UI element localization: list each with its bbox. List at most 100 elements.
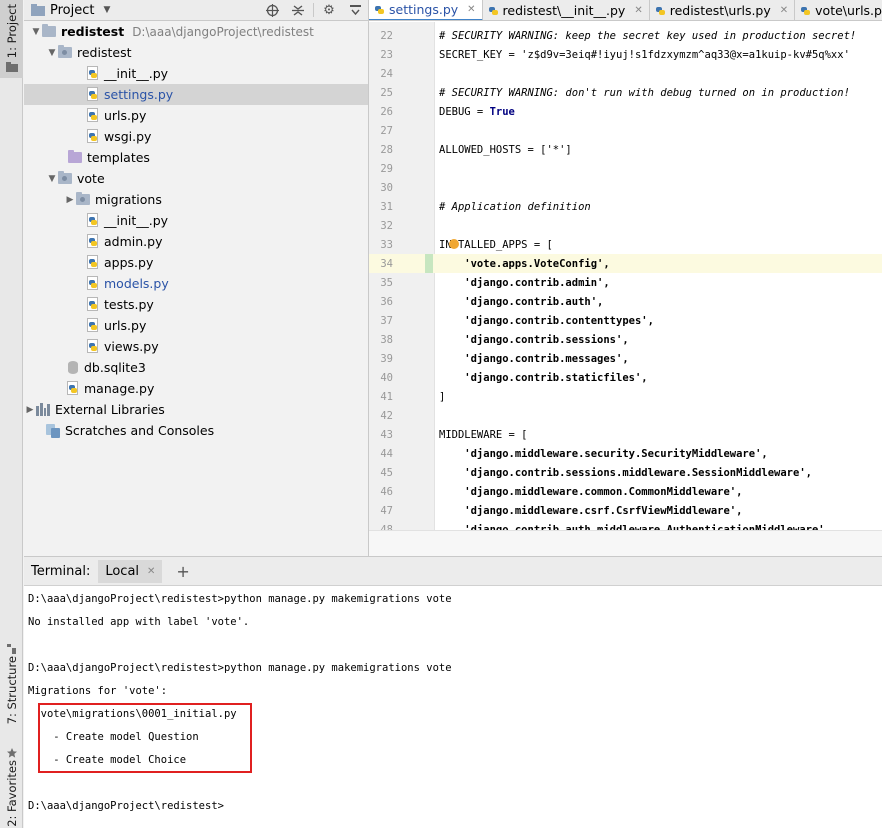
code-text: 'django.contrib.staticfiles',	[439, 371, 648, 384]
code-area[interactable]: 22 # SECURITY WARNING: keep the secret ke…	[369, 22, 882, 530]
tree-item-db-sqlite3[interactable]: db.sqlite3	[24, 357, 368, 378]
tree-item-label: urls.py	[104, 108, 147, 123]
settings-button[interactable]: ⚙	[316, 0, 342, 21]
python-file-icon	[86, 234, 99, 249]
highlight-box	[38, 703, 252, 773]
terminal-tab-local[interactable]: Local ✕	[98, 559, 163, 583]
project-tool-label: 1: Project	[4, 4, 19, 59]
tree-item-manage-py[interactable]: manage.py	[24, 378, 368, 399]
code-line[interactable]: 47 'django.middleware.csrf.CsrfViewMiddl…	[369, 501, 882, 520]
chevron-right-icon[interactable]: ▶	[24, 405, 36, 415]
python-file-icon	[86, 129, 99, 144]
terminal-tab-label: Local	[105, 563, 140, 579]
tree-item-label: db.sqlite3	[84, 360, 146, 375]
code-line[interactable]: 46 'django.middleware.common.CommonMiddl…	[369, 482, 882, 501]
tree-item-apps-py[interactable]: apps.py	[24, 252, 368, 273]
code-line[interactable]: 43 MIDDLEWARE = [	[369, 425, 882, 444]
close-icon[interactable]: ✕	[147, 566, 155, 577]
code-line[interactable]: 34 'vote.apps.VoteConfig',	[369, 254, 882, 273]
tree-item-models-py[interactable]: models.py	[24, 273, 368, 294]
structure-tool-tab[interactable]: 7: Structure	[0, 640, 23, 740]
tree-item-redistest-package[interactable]: ▼ redistest	[24, 42, 368, 63]
lightbulb-icon[interactable]	[449, 239, 459, 249]
code-line[interactable]: 31 # Application definition	[369, 197, 882, 216]
tree-item-label: views.py	[104, 339, 159, 354]
code-line[interactable]: 32	[369, 216, 882, 235]
terminal-line: D:\aaa\djangoProject\redistest>python ma…	[28, 662, 452, 674]
close-icon[interactable]: ✕	[634, 5, 642, 16]
code-line[interactable]: 29	[369, 159, 882, 178]
code-line[interactable]: 24	[369, 64, 882, 83]
tree-item-tests-py[interactable]: tests.py	[24, 294, 368, 315]
close-icon[interactable]: ✕	[467, 4, 475, 15]
line-number: 44	[380, 447, 393, 460]
line-number: 30	[380, 181, 393, 194]
hide-panel-button[interactable]	[342, 0, 368, 21]
line-number: 34	[380, 257, 393, 270]
tree-item-urls-py[interactable]: urls.py	[24, 105, 368, 126]
tree-item-label: wsgi.py	[104, 129, 152, 144]
code-line[interactable]: 44 'django.middleware.security.SecurityM…	[369, 444, 882, 463]
code-text: # SECURITY WARNING: don't run with debug…	[439, 86, 850, 99]
tree-item-wsgi-py[interactable]: wsgi.py	[24, 126, 368, 147]
locate-file-button[interactable]	[259, 0, 285, 21]
tree-item-settings-py[interactable]: settings.py	[24, 84, 368, 105]
project-tool-tab[interactable]: 1: Project	[0, 0, 23, 78]
code-line[interactable]: 25 # SECURITY WARNING: don't run with deb…	[369, 83, 882, 102]
code-line[interactable]: 26 DEBUG = True	[369, 102, 882, 121]
chevron-down-icon[interactable]: ▼	[46, 174, 58, 184]
tree-item-vote-urls-py[interactable]: urls.py	[24, 315, 368, 336]
python-file-icon	[374, 4, 385, 16]
code-line[interactable]: 27	[369, 121, 882, 140]
project-view-dropdown[interactable]: Project ▼	[24, 0, 116, 21]
close-icon[interactable]: ✕	[780, 5, 788, 16]
tree-item-views-py[interactable]: views.py	[24, 336, 368, 357]
code-line[interactable]: 38 'django.contrib.sessions',	[369, 330, 882, 349]
code-line[interactable]: 40 'django.contrib.staticfiles',	[369, 368, 882, 387]
code-line[interactable]: 37 'django.contrib.contenttypes',	[369, 311, 882, 330]
tab-settings-py[interactable]: settings.py ✕	[369, 0, 483, 20]
editor-horizontal-scroll[interactable]	[369, 530, 882, 556]
tab-redistest-urls-py[interactable]: redistest\urls.py ✕	[650, 0, 796, 20]
tab-redistest-init-py[interactable]: redistest\__init__.py ✕	[483, 0, 650, 20]
code-line[interactable]: 30	[369, 178, 882, 197]
python-file-icon	[86, 255, 99, 270]
tree-item-vote[interactable]: ▼ vote	[24, 168, 368, 189]
collapse-icon	[292, 4, 304, 16]
tree-item-vote-init-py[interactable]: __init__.py	[24, 210, 368, 231]
chevron-down-icon: ▼	[103, 5, 111, 15]
tree-item-migrations[interactable]: ▶ migrations	[24, 189, 368, 210]
chevron-right-icon[interactable]: ▶	[64, 195, 76, 205]
project-path: D:\aaa\djangoProject\redistest	[132, 24, 314, 39]
python-file-icon	[655, 5, 666, 17]
tab-label: vote\urls.py	[815, 3, 882, 18]
tree-item-init-py[interactable]: __init__.py	[24, 63, 368, 84]
code-line[interactable]: 45 'django.contrib.sessions.middleware.S…	[369, 463, 882, 482]
code-text: 'django.middleware.csrf.CsrfViewMiddlewa…	[439, 504, 743, 517]
tree-item-redistest-root[interactable]: ▼ redistest D:\aaa\djangoProject\rediste…	[24, 21, 368, 42]
package-folder-icon	[58, 171, 72, 184]
code-line[interactable]: 35 'django.contrib.admin',	[369, 273, 882, 292]
code-text: 'django.middleware.security.SecurityMidd…	[439, 447, 768, 460]
code-line[interactable]: 48 'django.contrib.auth.middleware.Authe…	[369, 520, 882, 531]
tree-item-admin-py[interactable]: admin.py	[24, 231, 368, 252]
chevron-down-icon[interactable]: ▼	[30, 27, 42, 37]
code-line[interactable]: 36 'django.contrib.auth',	[369, 292, 882, 311]
code-line[interactable]: 41]	[369, 387, 882, 406]
chevron-down-icon[interactable]: ▼	[46, 48, 58, 58]
code-line[interactable]: 42	[369, 406, 882, 425]
favorites-tool-tab[interactable]: 2: Favorites	[0, 744, 23, 828]
code-line[interactable]: 28 ALLOWED_HOSTS = ['*']	[369, 140, 882, 159]
code-line[interactable]: 23 SECRET_KEY = 'z$d9v=3eiq#!iyuj!s1fdzxy…	[369, 45, 882, 64]
new-terminal-button[interactable]: +	[170, 562, 195, 581]
tree-item-external-libraries[interactable]: ▶ External Libraries	[24, 399, 368, 420]
tab-vote-urls-py[interactable]: vote\urls.py ✕	[795, 0, 882, 20]
folder-icon	[31, 4, 45, 16]
code-text: 'django.contrib.messages',	[439, 352, 629, 365]
code-line[interactable]: 33 INSTALLED_APPS = [	[369, 235, 882, 254]
tree-item-templates[interactable]: templates	[24, 147, 368, 168]
collapse-all-button[interactable]	[285, 0, 311, 21]
code-line[interactable]: 39 'django.contrib.messages',	[369, 349, 882, 368]
tree-item-scratches[interactable]: Scratches and Consoles	[24, 420, 368, 441]
code-line[interactable]: 22 # SECURITY WARNING: keep the secret ke…	[369, 26, 882, 45]
